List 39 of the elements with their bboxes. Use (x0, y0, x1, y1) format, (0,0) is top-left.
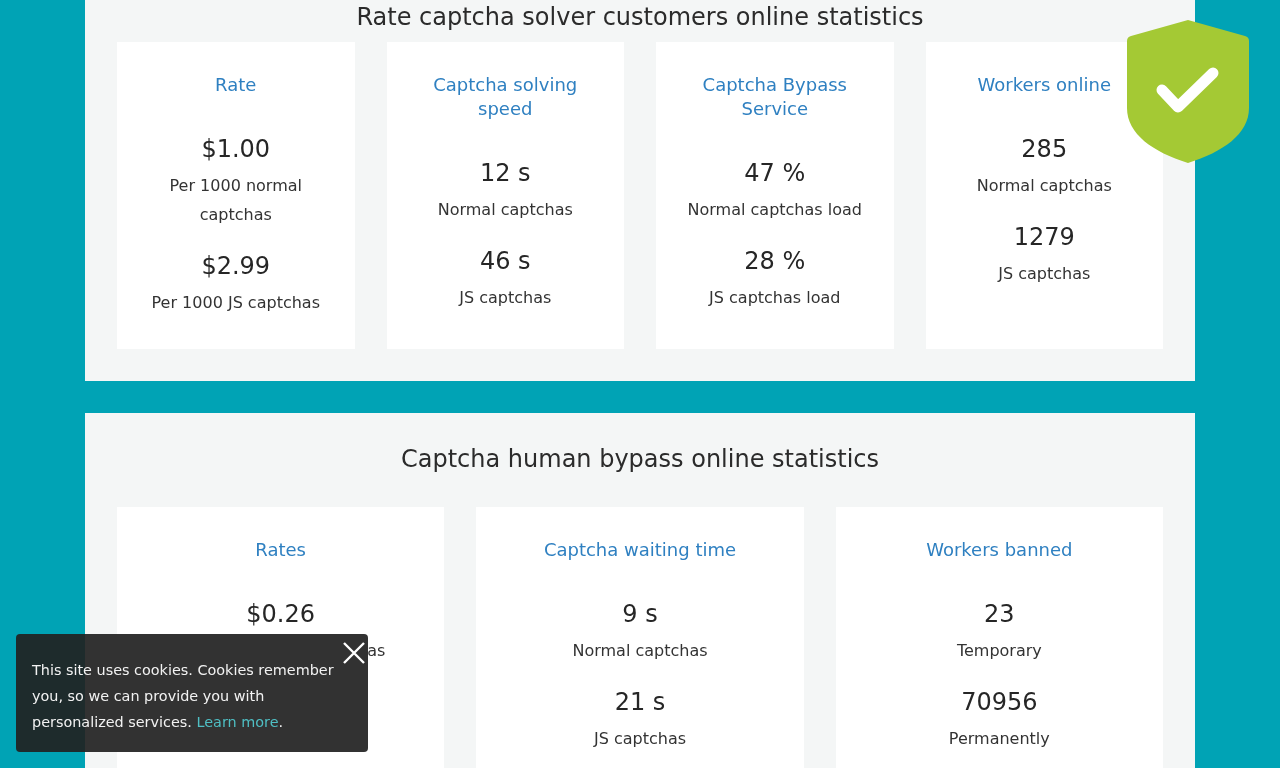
card-title: Captcha Bypass Service (701, 73, 848, 121)
card-title: Rate (215, 73, 257, 97)
stat-value: $2.99 (201, 252, 271, 281)
stat-value: 46 s (479, 247, 531, 276)
stat-value: 12 s (479, 159, 531, 188)
stat-value: 28 % (744, 247, 806, 276)
stat-label: JS captchas load (709, 287, 841, 309)
stat-label: JS captchas (998, 263, 1091, 285)
stat-label: Temporary (956, 640, 1042, 662)
card-title: Captcha waiting time (543, 538, 737, 562)
stat-label: Normal captchas (437, 199, 573, 221)
stat-value: $1.00 (201, 135, 271, 164)
stat-label: Per 1000 normal captchas (168, 175, 303, 226)
stat-label: JS captchas (593, 728, 687, 750)
stat-label: Per 1000 JS captchas (151, 292, 320, 314)
close-icon (343, 642, 365, 664)
card-title: Captcha solving speed (432, 73, 579, 121)
stat-label: Normal captchas (976, 175, 1112, 197)
stat-label: Permanently (948, 728, 1050, 750)
stat-value: 21 s (614, 688, 666, 717)
cookie-notice-text: This site uses cookies. Cookies remember you, so we can provide you with personalized services. Learn more. (32, 661, 335, 732)
stat-value: 47 % (744, 159, 806, 188)
card-title: Workers online (977, 73, 1111, 97)
stat-label: Normal captchas load (687, 199, 862, 221)
stat-value: 9 s (622, 600, 658, 629)
stat-label: Normal captchas (572, 640, 708, 662)
stat-label: JS captchas (459, 287, 552, 309)
card-title: Rates (255, 538, 306, 562)
section-title: Captcha human bypass online statistics (401, 445, 879, 474)
card-title: Workers banned (926, 538, 1073, 562)
close-button[interactable] (343, 642, 365, 664)
stat-label: as (367, 640, 386, 662)
learn-more-link[interactable]: Learn more (196, 714, 279, 730)
section-title: Rate captcha solver customers online statistics (356, 3, 924, 32)
stat-value: 1279 (1013, 223, 1075, 252)
stat-value: $0.26 (246, 600, 315, 629)
stat-value: 23 (984, 600, 1015, 629)
stat-value: 70956 (961, 688, 1038, 717)
stat-value: 285 (1021, 135, 1068, 164)
